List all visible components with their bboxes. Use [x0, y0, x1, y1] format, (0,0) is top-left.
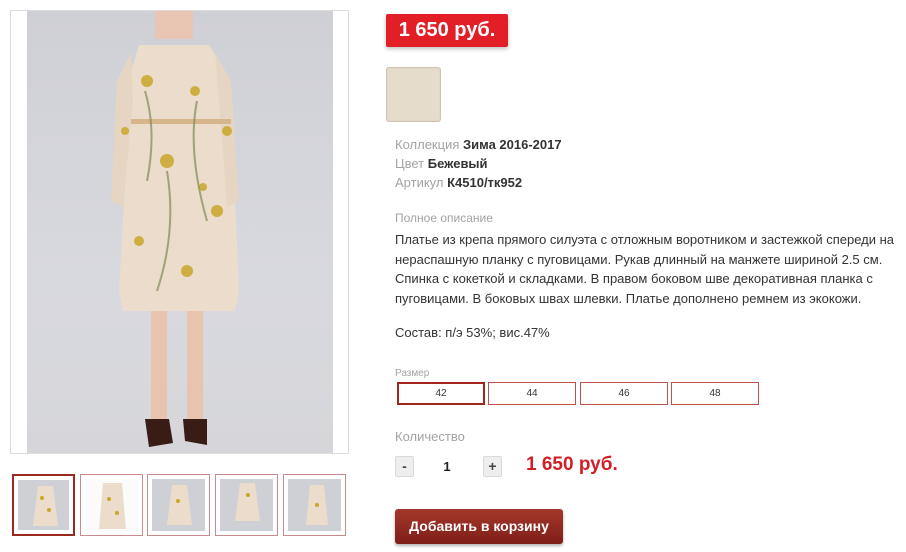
attribute-sku: Артикул К4510/тк952 [395, 175, 523, 190]
quantity-decrease-button[interactable]: - [395, 456, 414, 477]
description-text: Платье из крепа прямого силуэта с отложн… [395, 232, 895, 306]
add-to-cart-button[interactable]: Добавить в корзину [395, 509, 563, 544]
quantity-increase-button[interactable]: + [483, 456, 502, 477]
thumbnail-4[interactable] [215, 474, 278, 536]
thumbnail-5[interactable] [283, 474, 346, 536]
product-attributes: Коллекция Зима 2016-2017 Цвет Бежевый Ар… [395, 135, 562, 192]
total-price: 1 650 руб. [526, 454, 618, 475]
thumbnail-2[interactable] [80, 474, 143, 536]
thumbnail-1[interactable] [12, 474, 75, 536]
size-option-48[interactable]: 48 [671, 382, 759, 405]
price-badge: 1 650 руб. [386, 14, 508, 47]
size-option-44[interactable]: 44 [488, 382, 576, 405]
attribute-color: Цвет Бежевый [395, 156, 488, 171]
dress-illustration [111, 11, 239, 447]
attribute-collection: Коллекция Зима 2016-2017 [395, 137, 562, 152]
quantity-value[interactable]: 1 [425, 458, 469, 476]
description-label: Полное описание [395, 211, 493, 225]
size-label: Размер [395, 368, 430, 379]
thumbnail-3[interactable] [147, 474, 210, 536]
size-option-46[interactable]: 46 [580, 382, 668, 405]
color-swatch[interactable] [386, 67, 441, 122]
thumbnail-strip [12, 474, 348, 538]
main-product-image[interactable] [10, 10, 349, 454]
size-option-42[interactable]: 42 [397, 382, 485, 405]
dress-photo [27, 11, 333, 453]
quantity-label: Количество [395, 429, 465, 444]
composition-text: Состав: п/э 53%; вис.47% [395, 325, 550, 340]
